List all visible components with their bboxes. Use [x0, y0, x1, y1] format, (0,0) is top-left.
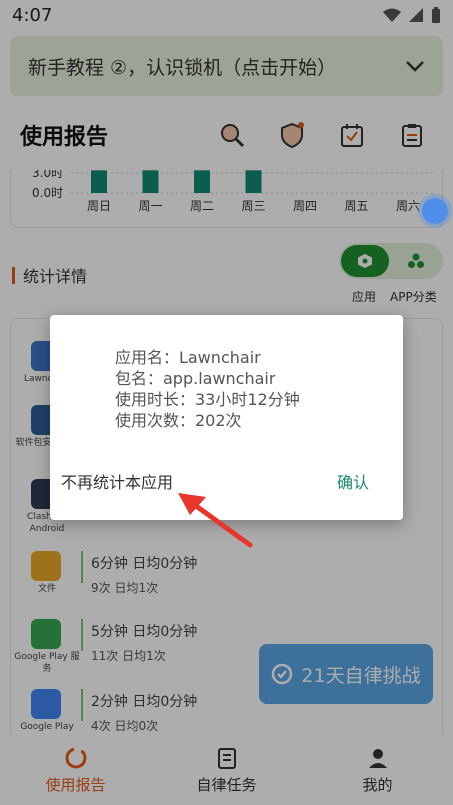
floating-assist-button[interactable] — [422, 198, 448, 224]
dialog-app-name: 应用名：Lawnchair — [115, 348, 261, 367]
annotation-arrow-icon — [178, 493, 253, 548]
dialog-package: 包名：app.lawnchair — [115, 369, 276, 388]
ignore-app-button[interactable]: 不再统计本应用 — [61, 469, 173, 493]
dialog-usage-time: 使用时长：33小时12分钟 — [115, 390, 300, 409]
dialog-usage-count: 使用次数：202次 — [115, 411, 242, 430]
confirm-button[interactable]: 确认 — [337, 469, 369, 493]
